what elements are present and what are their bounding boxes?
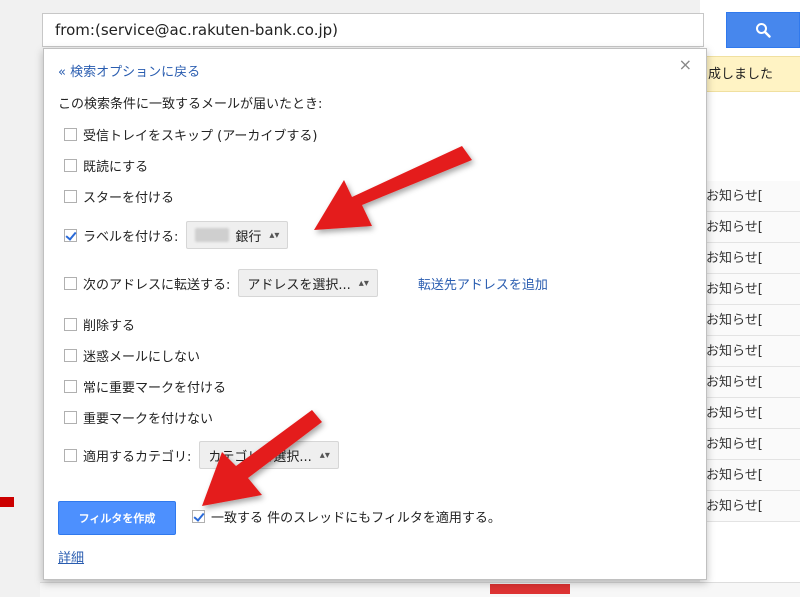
notice-bar: 成しました <box>700 56 800 92</box>
option-category[interactable]: 適用するカテゴリ: カテゴリを選択... ▴▾ <box>64 441 339 469</box>
checkbox[interactable] <box>64 128 77 141</box>
checkbox[interactable] <box>64 448 77 462</box>
message-row[interactable]: お知らせ[ <box>700 181 800 212</box>
label-select-value: 銀行 <box>235 229 262 245</box>
option-forward[interactable]: 次のアドレスに転送する: アドレスを選択... ▴▾ 転送先アドレスを追加 <box>64 269 548 297</box>
add-forward-address-link[interactable]: 転送先アドレスを追加 <box>418 274 548 293</box>
option-label: 削除する <box>83 319 136 334</box>
message-row[interactable]: お知らせ[ <box>700 212 800 243</box>
option-label: スターを付ける <box>83 191 175 206</box>
search-button[interactable] <box>726 12 800 48</box>
checkbox[interactable] <box>64 318 77 331</box>
message-row-bottom <box>40 582 800 597</box>
checkbox[interactable] <box>64 159 77 172</box>
message-row[interactable]: お知らせ[ <box>700 274 800 305</box>
checkbox[interactable] <box>64 380 77 393</box>
select-arrows-icon: ▴▾ <box>269 229 280 241</box>
message-row[interactable]: お知らせ[ <box>700 460 800 491</box>
close-icon[interactable]: × <box>679 57 692 73</box>
category-select-value: カテゴリを選択... <box>208 449 312 465</box>
label-chip <box>490 584 570 594</box>
create-filter-button[interactable]: フィルタを作成 <box>58 501 176 535</box>
option-star[interactable]: スターを付ける <box>64 187 174 206</box>
message-row[interactable]: お知らせ[ <box>700 367 800 398</box>
option-apply-to-existing[interactable]: 一致する 件のスレッドにもフィルタを適用する。 <box>192 507 501 526</box>
option-label: 常に重要マークを付ける <box>83 381 227 396</box>
message-row[interactable]: お知らせ[ <box>700 491 800 522</box>
message-row[interactable]: お知らせ[ <box>700 398 800 429</box>
option-label: 重要マークを付けない <box>83 412 214 427</box>
message-row[interactable]: お知らせ[ <box>700 336 800 367</box>
select-arrows-icon: ▴▾ <box>358 277 369 289</box>
option-skip-inbox[interactable]: 受信トレイをスキップ (アーカイブする) <box>64 125 318 144</box>
label-color-swatch <box>195 228 230 242</box>
checkbox[interactable] <box>64 411 77 424</box>
importance-marker <box>0 497 14 507</box>
checkbox[interactable] <box>64 190 77 203</box>
message-row[interactable]: お知らせ[ <box>700 429 800 460</box>
back-to-search-options-link[interactable]: « 検索オプションに戻る <box>58 61 200 80</box>
option-label: 適用するカテゴリ: <box>83 449 192 465</box>
category-select[interactable]: カテゴリを選択... ▴▾ <box>199 441 339 469</box>
option-label: 既読にする <box>83 160 149 175</box>
option-always-important[interactable]: 常に重要マークを付ける <box>64 377 226 396</box>
checkbox[interactable] <box>64 349 77 362</box>
option-apply-label[interactable]: ラベルを付ける: 銀行 ▴▾ <box>64 221 289 249</box>
forward-select-value: アドレスを選択... <box>247 277 351 293</box>
filter-intro-text: この検索条件に一致するメールが届いたとき: <box>58 97 323 112</box>
option-label: 受信トレイをスキップ (アーカイブする) <box>83 129 318 144</box>
option-label: 一致する 件のスレッドにもフィルタを適用する。 <box>211 511 501 526</box>
message-row[interactable]: お知らせ[ <box>700 243 800 274</box>
checkbox[interactable] <box>64 276 77 290</box>
option-mark-read[interactable]: 既読にする <box>64 156 148 175</box>
select-arrows-icon: ▴▾ <box>319 449 330 461</box>
forward-address-select[interactable]: アドレスを選択... ▴▾ <box>238 269 378 297</box>
checkbox-checked[interactable] <box>64 228 77 242</box>
checkbox-checked[interactable] <box>192 510 205 523</box>
option-never-important[interactable]: 重要マークを付けない <box>64 408 213 427</box>
option-label: ラベルを付ける: <box>83 229 179 245</box>
label-select[interactable]: 銀行 ▴▾ <box>186 221 289 249</box>
search-input[interactable]: from:(service@ac.rakuten-bank.co.jp) <box>42 13 704 47</box>
search-icon <box>756 23 771 38</box>
option-never-spam[interactable]: 迷惑メールにしない <box>64 346 200 365</box>
option-label: 次のアドレスに転送する: <box>83 277 231 293</box>
filter-dialog: « 検索オプションに戻る × この検索条件に一致するメールが届いたとき: 受信ト… <box>43 48 707 580</box>
learn-more-link[interactable]: 詳細 <box>58 547 84 566</box>
option-delete[interactable]: 削除する <box>64 315 135 334</box>
option-label: 迷惑メールにしない <box>83 350 201 365</box>
message-row[interactable]: お知らせ[ <box>700 305 800 336</box>
